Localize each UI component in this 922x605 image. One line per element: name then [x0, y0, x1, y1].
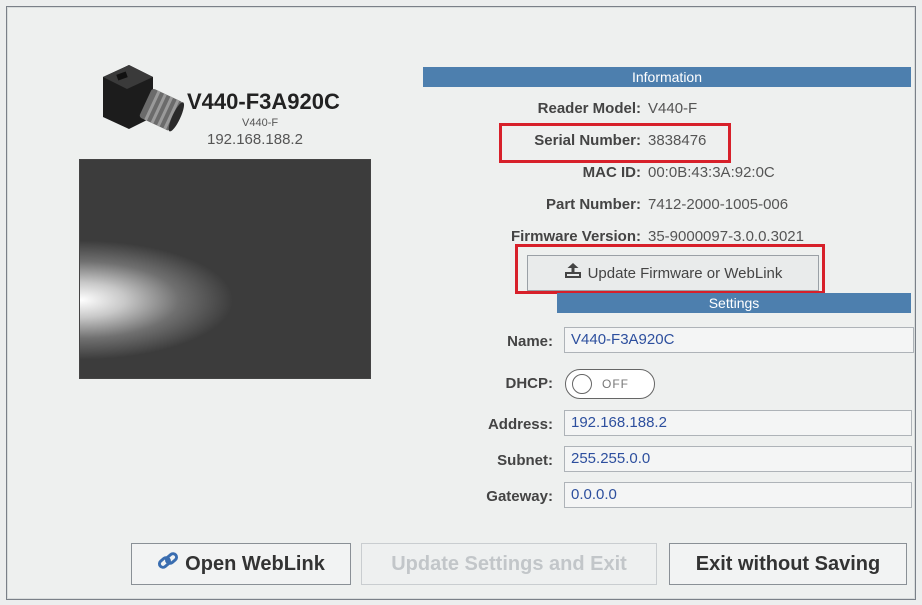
settings-header: Settings	[557, 293, 911, 313]
subnet-label: Subnet:	[497, 452, 553, 469]
name-field[interactable]: V440-F3A920C	[564, 327, 914, 353]
open-weblink-label: Open WebLink	[185, 552, 325, 575]
dhcp-toggle[interactable]: OFF	[565, 369, 655, 399]
camera-device-icon	[95, 55, 185, 145]
device-ip: 192.168.188.2	[207, 131, 303, 148]
link-icon	[157, 551, 179, 577]
reader-model-value: V440-F	[648, 100, 698, 117]
reader-model-label: Reader Model:	[537, 100, 641, 117]
toggle-knob	[572, 374, 592, 394]
device-discovery-panel: V440-F3A920C V440-F 192.168.188.2 Inform…	[6, 6, 916, 600]
dhcp-label: DHCP:	[505, 375, 554, 392]
device-title: V440-F3A920C	[187, 89, 340, 114]
address-field[interactable]: 192.168.188.2	[564, 410, 912, 436]
camera-preview-image	[79, 159, 371, 379]
exit-without-saving-button[interactable]: Exit without Saving	[669, 543, 907, 585]
device-model: V440-F	[242, 117, 279, 129]
mac-id-label: MAC ID:	[582, 164, 641, 181]
dhcp-state-text: OFF	[602, 377, 629, 391]
information-header: Information	[423, 67, 911, 87]
name-label: Name:	[507, 333, 553, 350]
part-number-value: 7412-2000-1005-006	[648, 196, 789, 213]
firmware-version-label: Firmware Version:	[510, 228, 641, 245]
address-label: Address:	[487, 416, 553, 433]
gateway-field[interactable]: 0.0.0.0	[564, 482, 912, 508]
subnet-field[interactable]: 255.255.0.0	[564, 446, 912, 472]
open-weblink-button[interactable]: Open WebLink	[131, 543, 351, 585]
gateway-label: Gateway:	[486, 488, 553, 505]
mac-id-value: 00:0B:43:3A:92:0C	[648, 164, 775, 181]
serial-number-highlight	[499, 123, 731, 163]
part-number-label: Part Number:	[545, 196, 641, 213]
update-firmware-highlight	[515, 244, 825, 294]
update-settings-exit-button[interactable]: Update Settings and Exit	[361, 543, 657, 585]
firmware-version-value: 35-9000097-3.0.0.3021	[648, 228, 804, 245]
